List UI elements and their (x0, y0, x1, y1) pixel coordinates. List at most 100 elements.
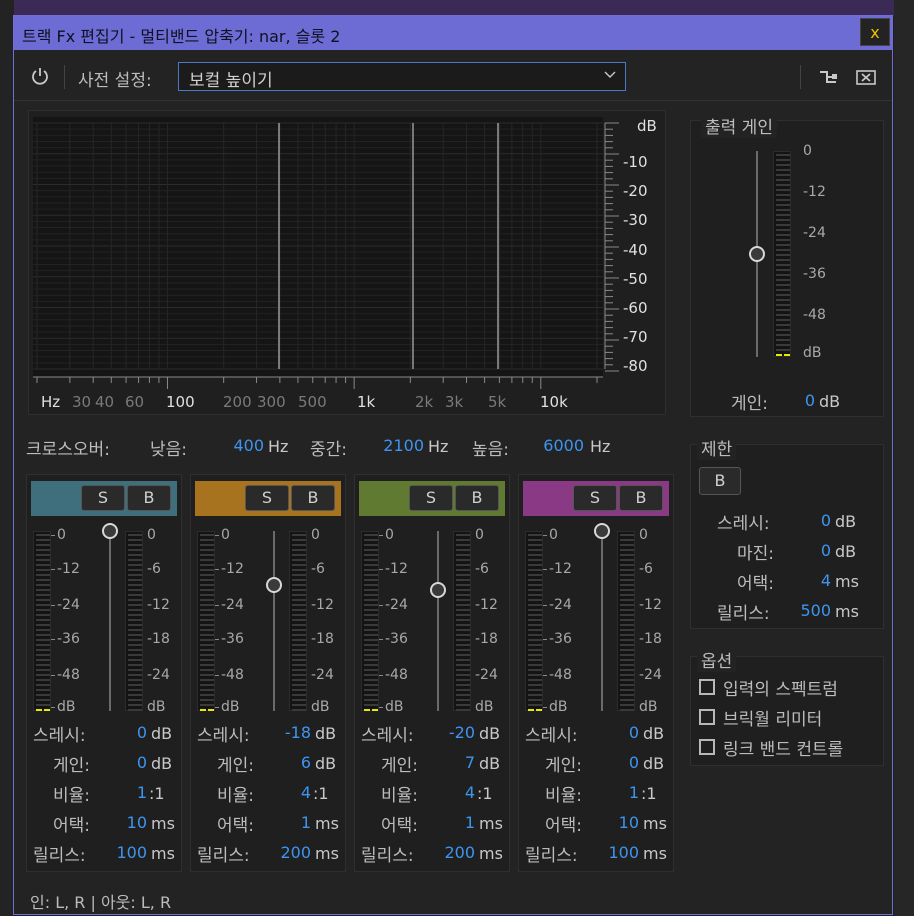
option-brickwall-checkbox[interactable] (699, 709, 715, 725)
preset-dropdown[interactable]: 보컬 높이기 (178, 62, 626, 91)
graph-db-label: dB (637, 117, 657, 135)
band-threshold-value[interactable]: -18 (269, 723, 311, 742)
option-link-bands-checkbox[interactable] (699, 739, 715, 755)
band-bypass-button[interactable]: B (455, 485, 499, 511)
band-ratio-value[interactable]: 1 (105, 783, 147, 802)
band-bypass-button[interactable]: B (291, 485, 335, 511)
band-threshold-value[interactable]: -20 (433, 723, 475, 742)
output-meter (773, 151, 791, 357)
band-gain-value[interactable]: 0 (597, 753, 639, 772)
band-meter-scale-label: -48 (221, 667, 244, 683)
band-input-meter (361, 531, 379, 711)
band-ratio-label: 비율: (217, 786, 255, 806)
band-meter-scale-label: -12 (385, 561, 408, 577)
band-threshold-value[interactable]: 0 (597, 723, 639, 742)
band-gain-fader-knob[interactable] (430, 582, 446, 599)
graph-freq-tick: 500 (298, 393, 327, 411)
routing-icon[interactable] (818, 68, 838, 86)
toolbar: 사전 설정: 보컬 높이기 (14, 50, 892, 101)
power-icon[interactable] (30, 66, 50, 86)
band-reduction-scale-label: 0 (639, 527, 648, 543)
band-ratio-unit: :1 (149, 784, 165, 803)
io-routing-text: 인: L, R | 아웃: L, R (30, 893, 172, 912)
band-attack-label: 어택: (381, 816, 419, 836)
output-fader-knob[interactable] (749, 246, 765, 262)
band-ratio-value[interactable]: 4 (433, 783, 475, 802)
band-release-value[interactable]: 100 (105, 843, 147, 862)
limiter-release-value[interactable]: 500 (791, 601, 831, 620)
graph-db-tick: -50 (623, 269, 648, 288)
band-reduction-scale-label: -18 (311, 631, 334, 647)
limiter-release-unit: ms (835, 602, 859, 621)
crossover-mid-unit: Hz (428, 437, 449, 456)
crossover-low-value[interactable]: 400 (228, 436, 264, 455)
limiter-threshold-label: 스레시: (717, 514, 770, 534)
band-attack-value[interactable]: 1 (433, 813, 475, 832)
band-meter-scale-label: 0 (57, 527, 66, 543)
band-attack-value[interactable]: 1 (269, 813, 311, 832)
band-release-label: 릴리스: (33, 846, 86, 866)
frequency-graph[interactable]: dB -10 -20 -30 -40 -50 -60 -70 -80 Hz 30 40 60 100 2… (28, 110, 666, 415)
band-threshold-value[interactable]: 0 (105, 723, 147, 742)
band-meter-scale-label: -24 (221, 597, 244, 613)
crossover-mid-value[interactable]: 2100 (380, 436, 424, 455)
band-gain-fader-track[interactable] (273, 531, 275, 711)
band-ratio-value[interactable]: 4 (269, 783, 311, 802)
limiter-attack-value[interactable]: 4 (805, 571, 831, 590)
limiter-attack-label: 어택: (737, 574, 775, 594)
background-app-right (894, 0, 914, 916)
band-gain-fader-knob[interactable] (102, 523, 118, 539)
band-meter-scale-label: dB (549, 699, 568, 715)
remove-effect-icon[interactable] (856, 68, 876, 86)
band-solo-button[interactable]: S (573, 485, 617, 511)
band-release-value[interactable]: 200 (433, 843, 475, 862)
band-release-value[interactable]: 100 (597, 843, 639, 862)
band-release-value[interactable]: 200 (269, 843, 311, 862)
band-attack-value[interactable]: 10 (597, 813, 639, 832)
band-gain-fader-knob[interactable] (266, 577, 282, 593)
band-release-label: 릴리스: (197, 846, 250, 866)
band-attack-unit: ms (479, 814, 503, 833)
band-meter-scale-label: -24 (549, 597, 572, 613)
band-reduction-scale-label: -12 (639, 597, 662, 613)
output-scale-label: -12 (803, 184, 826, 200)
limiter-margin-value[interactable]: 0 (805, 541, 831, 560)
crossover-low-unit: Hz (268, 437, 289, 456)
band-panel-1: S B 0 -12 -24 -36 -48 dB 0 -6 -12 -18 -24 dB 스레시: 0 dB 게인… (26, 474, 182, 872)
band-ratio-label: 비율: (53, 786, 91, 806)
graph-db-tick: -10 (623, 153, 648, 171)
window-title: 트랙 Fx 편집기 - 멀티밴드 압축기: nar, 슬롯 2 (22, 27, 341, 46)
option-spectrum-checkbox[interactable] (699, 679, 715, 695)
band-meter-scale-label: -24 (57, 597, 80, 613)
band-gain-fader-track[interactable] (109, 531, 111, 711)
limiter-threshold-value[interactable]: 0 (805, 511, 831, 530)
band-meter-scale-label: -12 (57, 561, 80, 577)
band-reduction-scale-label: dB (639, 699, 658, 715)
output-gain-value[interactable]: 0 (795, 391, 815, 410)
band-gain-fader-track[interactable] (601, 531, 603, 711)
band-solo-button[interactable]: S (409, 485, 453, 511)
close-button[interactable]: x (860, 18, 890, 46)
band-reduction-scale-label: dB (475, 699, 494, 715)
limiter-attack-unit: ms (835, 572, 859, 591)
band-gain-value[interactable]: 0 (105, 753, 147, 772)
band-ratio-value[interactable]: 1 (597, 783, 639, 802)
title-bar[interactable]: 트랙 Fx 편집기 - 멀티밴드 압축기: nar, 슬롯 2 x (14, 16, 892, 50)
band-gain-value[interactable]: 7 (433, 753, 475, 772)
band-release-label: 릴리스: (361, 846, 414, 866)
options-title: 옵션 (697, 647, 737, 672)
band-solo-button[interactable]: S (245, 485, 289, 511)
band-gain-fader-knob[interactable] (594, 523, 610, 539)
band-solo-button[interactable]: S (81, 485, 125, 511)
band-gain-unit: dB (643, 754, 665, 773)
band-reduction-scale-label: -24 (475, 667, 498, 683)
crossover-high-value[interactable]: 6000 (540, 436, 584, 455)
toolbar-divider (64, 65, 65, 89)
band-attack-value[interactable]: 10 (105, 813, 147, 832)
band-bypass-button[interactable]: B (127, 485, 171, 511)
band-input-meter (33, 531, 51, 711)
band-gain-fader-track[interactable] (437, 531, 439, 711)
band-gain-value[interactable]: 6 (269, 753, 311, 772)
limiter-bypass-button[interactable]: B (699, 467, 741, 495)
band-bypass-button[interactable]: B (619, 485, 663, 511)
